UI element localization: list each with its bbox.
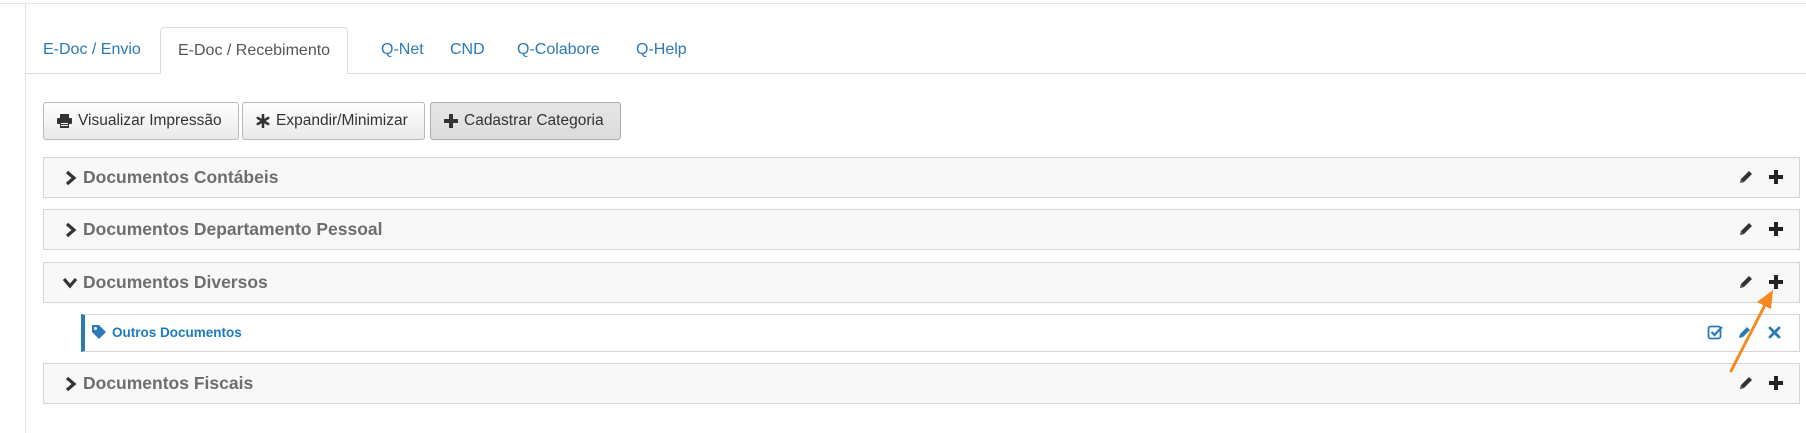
- arrow-annotation: [1729, 290, 1773, 373]
